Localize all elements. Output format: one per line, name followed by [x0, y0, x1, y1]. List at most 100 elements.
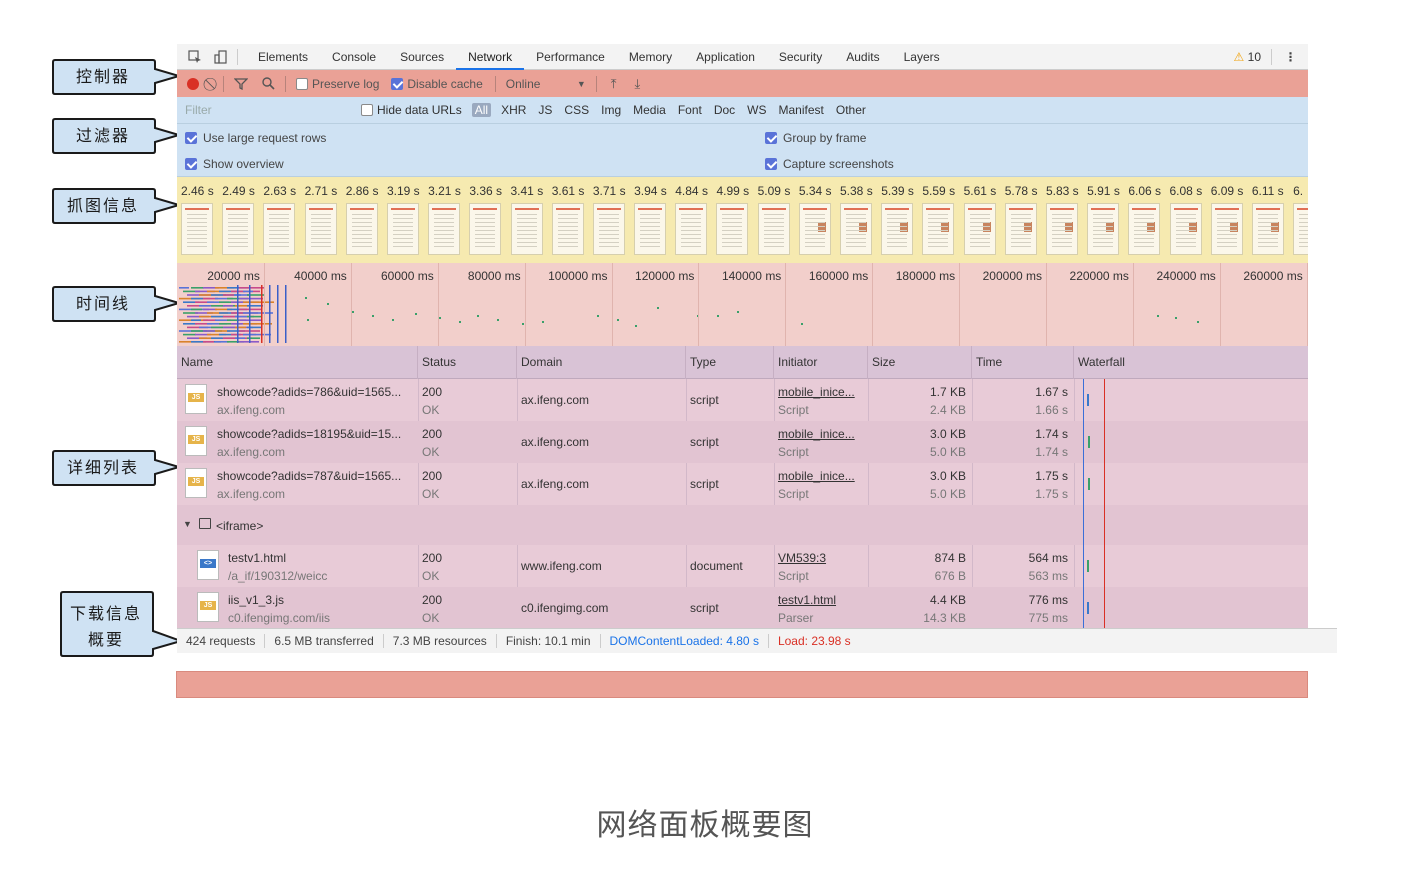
type-filter-xhr[interactable]: XHR — [495, 103, 532, 117]
screenshot-thumbnail[interactable] — [428, 203, 461, 255]
screenshot-thumbnail[interactable] — [592, 203, 625, 255]
column-header-domain[interactable]: Domain — [517, 346, 686, 379]
screenshot-thumbnail[interactable] — [222, 203, 255, 255]
screenshot-thumbnail[interactable] — [304, 203, 337, 255]
table-row[interactable]: <> testv1.html /a_if/190312/weicc 200 OK… — [177, 545, 1308, 587]
screenshot-thumbnail[interactable] — [1169, 203, 1202, 255]
tab-security[interactable]: Security — [767, 44, 834, 70]
frame-group-row[interactable]: ▼ <iframe> — [177, 505, 1308, 545]
export-har-icon[interactable]: ⤓ — [635, 76, 641, 92]
screenshot-thumbnail[interactable] — [181, 203, 213, 255]
screenshot-thumbnail[interactable] — [716, 203, 749, 255]
type-filter-font[interactable]: Font — [672, 103, 708, 117]
hide-data-urls-checkbox[interactable]: Hide data URLs — [361, 103, 462, 117]
show-overview-option[interactable]: Show overview — [185, 157, 284, 171]
type-filter-ws[interactable]: WS — [741, 103, 772, 117]
inspect-element-icon[interactable] — [187, 49, 203, 65]
type-filter-doc[interactable]: Doc — [708, 103, 741, 117]
checkbox-unchecked[interactable] — [361, 104, 373, 116]
search-icon[interactable] — [262, 77, 275, 90]
column-header-status[interactable]: Status — [418, 346, 517, 379]
screenshot-thumbnail[interactable] — [963, 203, 996, 255]
screenshot-thumbnail[interactable] — [634, 203, 667, 255]
tab-application[interactable]: Application — [684, 44, 767, 70]
filter-icon[interactable] — [234, 77, 248, 90]
initiator-link[interactable]: mobile_inice... — [778, 427, 855, 441]
screenshot-thumbnail[interactable] — [510, 203, 543, 255]
screenshot-thumbnail[interactable] — [1045, 203, 1078, 255]
table-row[interactable]: JS iis_v1_3.js c0.ifengimg.com/iis 200 O… — [177, 587, 1308, 628]
tab-console[interactable]: Console — [320, 44, 388, 70]
callout-detail-list: 详细列表 — [51, 450, 183, 486]
checkbox-checked[interactable] — [185, 132, 197, 144]
column-header-type[interactable]: Type — [686, 346, 774, 379]
screenshot-thumbnail[interactable] — [263, 203, 296, 255]
initiator-link[interactable]: mobile_inice... — [778, 469, 855, 483]
table-row[interactable]: JS showcode?adids=787&uid=1565... ax.ife… — [177, 463, 1308, 505]
screenshot-thumbnail[interactable] — [1087, 203, 1120, 255]
type-filter-img[interactable]: Img — [595, 103, 627, 117]
screenshot-thumbnail[interactable] — [798, 203, 831, 255]
timeline-request-dot — [1175, 317, 1177, 319]
column-header-name[interactable]: Name — [177, 346, 418, 379]
column-header-initiator[interactable]: Initiator — [774, 346, 868, 379]
table-row[interactable]: JS showcode?adids=18195&uid=15... ax.ife… — [177, 421, 1308, 463]
column-header-size[interactable]: Size — [868, 346, 972, 379]
tab-layers[interactable]: Layers — [892, 44, 952, 70]
more-options-icon[interactable]: ⋮ — [1282, 50, 1298, 64]
type-filter-all[interactable]: All — [471, 103, 492, 117]
checkbox-checked[interactable] — [391, 77, 404, 90]
timeline-request-dot — [1197, 321, 1199, 323]
tab-network[interactable]: Network — [456, 44, 525, 70]
type-filter-manifest[interactable]: Manifest — [773, 103, 830, 117]
screenshot-thumbnail[interactable] — [840, 203, 872, 255]
screenshot-thumbnail[interactable] — [922, 203, 955, 255]
warnings-badge[interactable]: ⚠ 10 — [1234, 50, 1261, 64]
checkbox-checked[interactable] — [765, 158, 777, 170]
timeline-request-dot — [327, 303, 329, 305]
screenshot-thumbnail[interactable] — [1293, 203, 1308, 255]
initiator-link[interactable]: mobile_inice... — [778, 385, 855, 399]
tab-sources[interactable]: Sources — [388, 44, 456, 70]
screenshot-thumbnail[interactable] — [551, 203, 584, 255]
use-large-rows-option[interactable]: Use large request rows — [185, 131, 326, 145]
column-header-time[interactable]: Time — [972, 346, 1074, 379]
capture-screenshots-option[interactable]: Capture screenshots — [765, 157, 894, 171]
timeline-overview[interactable]: 20000 ms 40000 ms 60000 ms 80000 ms 100000 m… — [177, 263, 1308, 346]
type-filter-media[interactable]: Media — [627, 103, 672, 117]
type-filter-other[interactable]: Other — [830, 103, 872, 117]
record-button[interactable] — [187, 77, 199, 90]
screenshot-thumbnail[interactable] — [757, 203, 790, 255]
checkbox-checked[interactable] — [765, 132, 777, 144]
screenshot-thumbnail[interactable] — [345, 203, 378, 255]
tab-performance[interactable]: Performance — [524, 44, 617, 70]
checkbox-unchecked[interactable] — [296, 77, 308, 90]
preserve-log-checkbox[interactable]: Preserve log — [296, 77, 379, 91]
type-filter-js[interactable]: JS — [532, 103, 558, 117]
screenshot-thumbnail[interactable] — [1128, 203, 1161, 255]
throttling-select[interactable]: Online ▼ — [506, 77, 586, 91]
tab-memory[interactable]: Memory — [617, 44, 684, 70]
tab-elements[interactable]: Elements — [246, 44, 320, 70]
group-by-frame-option[interactable]: Group by frame — [765, 131, 866, 145]
table-row[interactable]: JS showcode?adids=786&uid=1565... ax.ife… — [177, 379, 1308, 421]
expand-triangle-icon[interactable]: ▼ — [183, 519, 192, 529]
screenshot-thumbnail[interactable] — [1004, 203, 1037, 255]
screenshot-thumbnail[interactable] — [1210, 203, 1243, 255]
column-header-waterfall[interactable]: Waterfall — [1074, 346, 1308, 379]
initiator-link[interactable]: VM539:3 — [778, 551, 826, 565]
disable-cache-checkbox[interactable]: Disable cache — [391, 77, 483, 91]
screenshot-thumbnail[interactable] — [1251, 203, 1284, 255]
checkbox-checked[interactable] — [185, 158, 197, 170]
device-toolbar-icon[interactable] — [213, 49, 229, 65]
request-latency: 1.66 s — [1035, 403, 1068, 417]
screenshot-thumbnail[interactable] — [881, 203, 914, 255]
initiator-link[interactable]: testv1.html — [778, 593, 836, 607]
screenshot-thumbnail[interactable] — [469, 203, 502, 255]
import-har-icon[interactable]: ⤒ — [611, 76, 617, 92]
screenshot-thumbnail[interactable] — [675, 203, 708, 255]
type-filter-css[interactable]: CSS — [558, 103, 595, 117]
filter-input[interactable]: Filter — [181, 100, 351, 120]
tab-audits[interactable]: Audits — [834, 44, 891, 70]
screenshot-thumbnail[interactable] — [386, 203, 419, 255]
